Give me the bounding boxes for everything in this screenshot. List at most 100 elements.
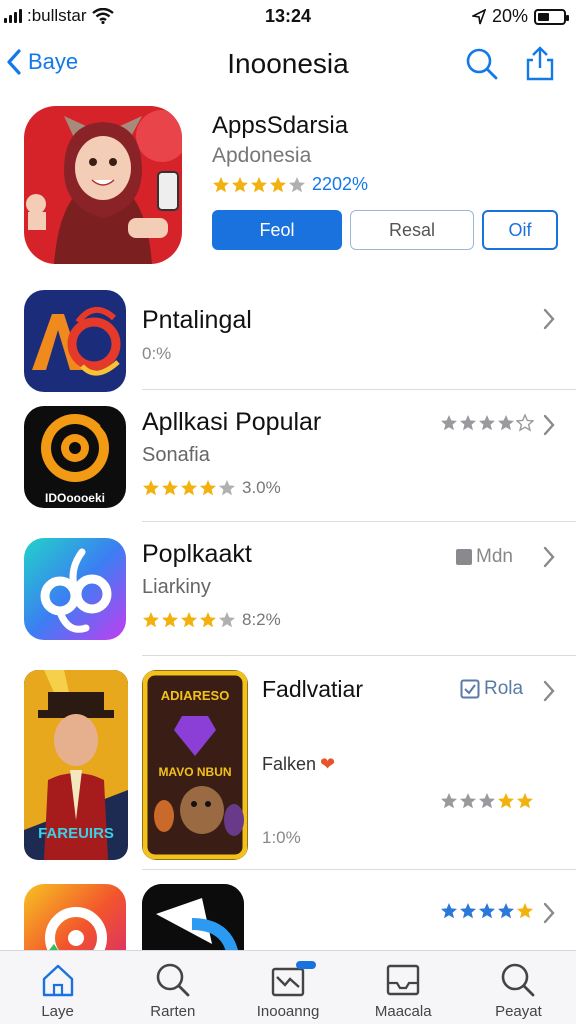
chevron-right-icon xyxy=(543,680,555,702)
tab-bar: Laye Rarten Inooanng Maacala Peayat xyxy=(0,950,576,1024)
app-rating: 3.0% xyxy=(142,478,281,498)
home-icon xyxy=(42,964,73,997)
notification-badge xyxy=(296,961,317,969)
search-icon[interactable] xyxy=(464,46,500,82)
app-rating-text: 8:2% xyxy=(242,610,281,629)
app-icon xyxy=(24,538,126,640)
star-icon xyxy=(232,176,248,192)
app-meta: Mdn xyxy=(456,546,513,568)
app-rating: 8:2% xyxy=(142,610,281,630)
star-icon xyxy=(460,793,476,809)
get-button[interactable]: Feol xyxy=(212,210,342,250)
app-title: Fadlvatiar xyxy=(262,676,363,702)
star-icon xyxy=(270,176,286,192)
featured-rating-text: 2202% xyxy=(312,174,369,194)
app-title: Apllkasi Popular xyxy=(142,408,322,436)
app-meta-label: Mdn xyxy=(476,546,513,567)
star-icon xyxy=(200,612,216,628)
tab-label: Maacala xyxy=(374,1003,432,1020)
star-icon xyxy=(162,612,178,628)
tab-home[interactable]: Laye xyxy=(0,951,115,1024)
tab-search[interactable]: Rarten xyxy=(115,951,230,1024)
heart-icon: ❤ xyxy=(320,754,336,774)
star-icon xyxy=(289,176,305,192)
secondary-star-rating xyxy=(440,414,534,432)
featured-app-subtitle: Apdonesia xyxy=(212,144,312,167)
star-rating xyxy=(142,611,236,629)
star-icon xyxy=(441,903,457,919)
list-item[interactable]: Pntalingal 0:% xyxy=(0,284,576,392)
featured-app[interactable]: AppsSdarsia Apdonesia 2202% Feol Resal O… xyxy=(0,104,576,274)
tab-search-2[interactable]: Peayat xyxy=(461,951,576,1024)
checkbox-icon xyxy=(460,679,480,699)
featured-rating: 2202% xyxy=(212,174,368,195)
status-bar: :bullstar 13:24 20% xyxy=(0,0,576,34)
star-icon xyxy=(498,793,514,809)
app-meta-label: Rola xyxy=(484,678,524,699)
star-icon xyxy=(479,793,495,809)
star-icon xyxy=(498,415,514,431)
status-right: 20% xyxy=(471,6,569,27)
star-icon xyxy=(162,480,178,496)
star-icon xyxy=(479,903,495,919)
app-icon xyxy=(24,884,126,950)
game-poster-left: FAREUIRS xyxy=(24,670,128,860)
app-rating-text: 3.0% xyxy=(242,478,281,497)
star-icon xyxy=(517,793,533,809)
star-rating xyxy=(142,479,236,497)
off-button[interactable]: Oif xyxy=(482,210,558,250)
star-icon xyxy=(213,176,229,192)
battery-icon xyxy=(534,8,569,25)
poster-subtitle: MAVO NBUN xyxy=(158,765,231,779)
search-icon xyxy=(502,963,535,997)
app-title: Poplkaakt xyxy=(142,540,252,568)
star-icon xyxy=(498,903,514,919)
app-note-text: Falken xyxy=(262,754,317,774)
tab-label: Rarten xyxy=(150,1003,196,1020)
app-subtitle: 0:% xyxy=(142,344,172,363)
app-icon-text: IDOoooeki xyxy=(45,491,105,505)
star-icon xyxy=(460,903,476,919)
star-icon xyxy=(460,415,476,431)
app-icon: IDOoooeki xyxy=(24,406,126,508)
tab-inbox[interactable]: Inooanng xyxy=(230,951,345,1024)
list-item[interactable]: FAREUIRS ADIARESO MAVO NBUN Fadlvatiar R… xyxy=(0,656,576,870)
reset-button[interactable]: Resal xyxy=(350,210,474,250)
tab-label: Peayat xyxy=(495,1003,542,1020)
star-icon xyxy=(219,612,235,628)
battery-percent: 20% xyxy=(491,6,528,26)
search-icon xyxy=(156,963,190,997)
secondary-star-rating xyxy=(440,792,534,810)
star-icon xyxy=(219,480,235,496)
star-icon xyxy=(441,415,457,431)
list-item[interactable]: Poplkaakt Liarkiny 8:2% Mdn xyxy=(0,522,576,656)
star-icon xyxy=(181,612,197,628)
star-icon xyxy=(479,415,495,431)
star-icon xyxy=(251,176,267,192)
tag-icon xyxy=(456,549,472,565)
list-item[interactable]: IDOoooeki Apllkasi Popular Sonafia 3.0% xyxy=(0,390,576,522)
star-icon xyxy=(516,414,534,432)
poster-title: ADIARESO xyxy=(161,688,230,703)
app-icon xyxy=(142,884,244,950)
featured-buttons: Feol Resal Oif xyxy=(212,210,558,250)
star-icon xyxy=(143,612,159,628)
game-poster-right: ADIARESO MAVO NBUN xyxy=(142,670,248,860)
tab-tray[interactable]: Maacala xyxy=(346,951,461,1024)
featured-app-name: AppsSdarsia xyxy=(212,112,349,139)
list-item[interactable] xyxy=(0,870,576,950)
secondary-star-rating xyxy=(440,902,534,920)
app-meta: Rola xyxy=(460,678,523,700)
featured-app-icon xyxy=(24,106,182,264)
app-title: Pntalingal xyxy=(142,306,252,334)
chevron-right-icon xyxy=(543,308,555,330)
star-icon xyxy=(441,793,457,809)
app-percent: 1:0% xyxy=(262,828,301,847)
chevron-right-icon xyxy=(543,902,555,924)
share-icon[interactable] xyxy=(522,46,558,82)
tab-label: Inooanng xyxy=(256,1003,320,1020)
chevron-right-icon xyxy=(543,546,555,568)
nav-bar: Baye Inoonesia xyxy=(0,40,576,92)
app-icon xyxy=(24,290,126,392)
poster-text: FAREUIRS xyxy=(38,825,114,842)
